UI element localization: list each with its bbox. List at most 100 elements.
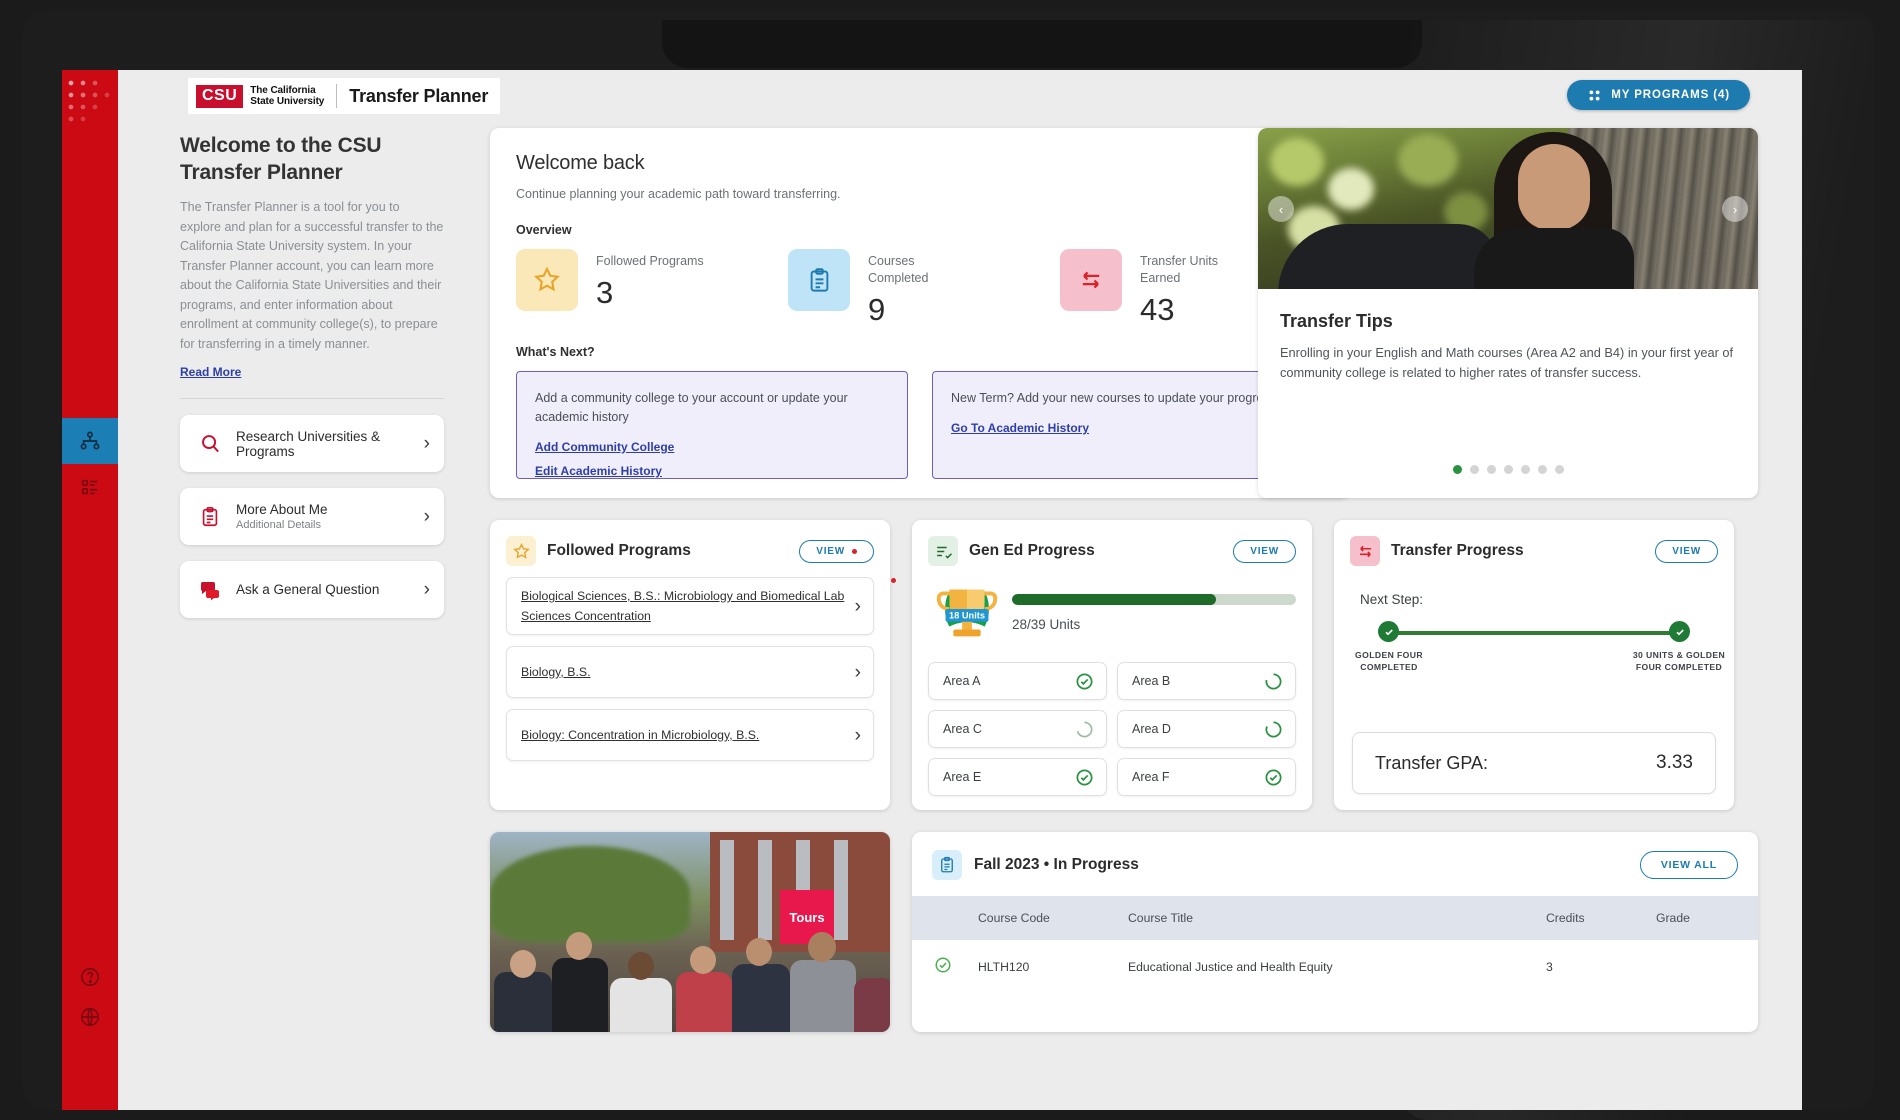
carousel-prev-button[interactable]: ‹ <box>1268 196 1294 222</box>
carousel-dot[interactable] <box>1503 465 1513 474</box>
program-link: Biological Sciences, B.S.: Microbiology … <box>521 589 845 623</box>
add-community-college-link[interactable]: Add Community College <box>535 440 889 454</box>
transfer-progress-view-button[interactable]: VIEW <box>1655 539 1718 563</box>
stat-label: Followed Programs <box>596 254 704 268</box>
tour-trees <box>490 846 690 942</box>
area-label: Area C <box>943 722 982 736</box>
carousel-next-button[interactable]: › <box>1722 196 1748 222</box>
col-course-title: Course Title <box>1120 896 1538 940</box>
row-status-icon <box>912 940 970 993</box>
followed-programs-card: Followed Programs VIEW Biological Scienc… <box>490 520 896 810</box>
trophy-icon: 18 Units <box>928 572 1006 650</box>
rail-item-globe[interactable] <box>62 994 118 1040</box>
view-all-button[interactable]: VIEW ALL <box>1639 851 1738 879</box>
stat-transfer-units: Transfer Units Earned 43 <box>1060 249 1250 325</box>
followed-program-row[interactable]: Biological Sciences, B.S.: Microbiology … <box>506 577 874 635</box>
notification-dot <box>852 548 857 554</box>
grid-icon <box>1589 90 1600 100</box>
gen-ed-title: Gen Ed Progress <box>969 542 1095 559</box>
view-label: VIEW <box>1672 545 1701 557</box>
view-label: VIEW <box>1250 545 1279 557</box>
rail-item-network[interactable] <box>62 418 118 464</box>
view-all-label: VIEW ALL <box>1660 859 1717 871</box>
program-link: Biology, B.S. <box>521 665 591 679</box>
table-header-row: Course Code Course Title Credits Grade <box>912 896 1758 940</box>
stat-followed-programs: Followed Programs 3 <box>516 249 788 311</box>
dashboard-cards-row: Followed Programs VIEW Biological Scienc… <box>490 520 1758 810</box>
csu-logo-mark: CSU <box>196 84 244 108</box>
my-programs-button[interactable]: MY PROGRAMS (4) <box>1567 80 1750 110</box>
area-chip-d[interactable]: Area D <box>1117 710 1296 748</box>
nav-card-label: Research Universities & Programs <box>236 428 381 459</box>
check-circle-icon <box>1076 673 1093 689</box>
view-label: VIEW <box>816 545 845 557</box>
main-content: Welcome back Continue planning your acad… <box>468 122 1802 1110</box>
chat-bubbles-glyph <box>200 581 219 600</box>
carousel-dot[interactable] <box>1554 465 1564 474</box>
nav-card-ask-question[interactable]: Ask a General Question › <box>180 561 444 618</box>
carousel-dot[interactable] <box>1537 465 1547 474</box>
stat-label: Transfer Units Earned <box>1140 254 1219 285</box>
photo-subject-legs <box>1278 224 1498 289</box>
device-notch <box>662 20 1422 68</box>
milestone-caption-2: 30 UNITS & GOLDEN FOUR COMPLETED <box>1632 650 1726 672</box>
campus-tour-photo-card[interactable]: Tours <box>490 832 890 1032</box>
edit-academic-history-link[interactable]: Edit Academic History <box>535 464 889 478</box>
carousel-dot[interactable] <box>1486 465 1496 474</box>
whats-next-cards: Add a community college to your account … <box>516 371 1324 479</box>
col-status <box>912 896 970 940</box>
checklist-icon <box>928 536 958 566</box>
stat-value: 9 <box>868 292 886 327</box>
read-more-link[interactable]: Read More <box>180 365 241 379</box>
gen-ed-progress-fill <box>1012 594 1216 605</box>
star-icon <box>516 249 578 311</box>
milestone-line <box>1388 631 1680 635</box>
tips-text: Enrolling in your English and Math cours… <box>1280 345 1734 380</box>
check-circle-icon <box>935 957 951 973</box>
followed-programs-title: Followed Programs <box>547 542 691 559</box>
clipboard-icon <box>196 506 224 528</box>
gen-ed-units-text: 28/39 Units <box>1012 617 1081 632</box>
top-bar: CSU The California State University Tran… <box>118 70 1802 122</box>
intro-paragraph: The Transfer Planner is a tool for you t… <box>180 200 444 351</box>
cell-course-code: HLTH120 <box>978 959 1030 974</box>
check-icon <box>1675 628 1684 635</box>
cell-credits: 3 <box>1546 959 1553 974</box>
whats-next-text: Add a community college to your account … <box>535 391 848 424</box>
go-to-academic-history-link[interactable]: Go To Academic History <box>951 421 1305 435</box>
chevron-right-icon: › <box>423 433 430 454</box>
transfer-gpa-label: Transfer GPA: <box>1375 752 1489 773</box>
area-chip-e[interactable]: Area E <box>928 758 1107 796</box>
followed-program-row[interactable]: Biology: Concentration in Microbiology, … <box>506 709 874 761</box>
stat-value: 43 <box>1140 292 1175 327</box>
csu-logo-wordmark: The California State University <box>250 85 324 107</box>
followed-program-row[interactable]: Biology, B.S. › <box>506 646 874 698</box>
gen-ed-view-button[interactable]: VIEW <box>1233 539 1296 563</box>
search-icon <box>196 432 224 455</box>
rail-item-list[interactable] <box>62 464 118 510</box>
csu-logo-line1: The California <box>250 85 316 96</box>
area-chip-b[interactable]: Area B <box>1117 662 1296 700</box>
table-row[interactable]: HLTH120 Educational Justice and Health E… <box>912 940 1758 993</box>
whats-next-label: What's Next? <box>516 345 595 359</box>
gen-ed-progress-bar <box>1012 594 1296 605</box>
followed-programs-view-button[interactable]: VIEW <box>799 539 874 563</box>
trophy-badge-text: 18 Units <box>949 610 985 620</box>
milestone-caption-1: GOLDEN FOUR COMPLETED <box>1355 650 1423 672</box>
transfer-tips-carousel: ‹ › Transfer Tips Enrolling in your Engl… <box>1258 128 1758 498</box>
nav-card-more-about-me[interactable]: More About Me Additional Details › <box>180 488 444 545</box>
courses-table: Course Code Course Title Credits Grade H… <box>912 896 1758 993</box>
nav-card-label: More About Me <box>236 502 328 517</box>
area-chip-a[interactable]: Area A <box>928 662 1107 700</box>
carousel-dot[interactable] <box>1520 465 1530 474</box>
chevron-right-icon: › <box>423 506 430 527</box>
nav-card-research-universities[interactable]: Research Universities & Programs › <box>180 415 444 472</box>
csu-logo-lockup[interactable]: CSU The California State University Tran… <box>188 78 501 114</box>
area-chip-c[interactable]: Area C <box>928 710 1107 748</box>
carousel-dot[interactable] <box>1452 465 1462 474</box>
carousel-dot[interactable] <box>1469 465 1479 474</box>
gen-ed-area-grid: Area A Area B Area C Area D Area E Area … <box>912 650 1312 796</box>
area-chip-f[interactable]: Area F <box>1117 758 1296 796</box>
transfer-arrows-icon <box>1350 536 1380 566</box>
current-term-card: Fall 2023 • In Progress VIEW ALL Course … <box>912 832 1758 1032</box>
